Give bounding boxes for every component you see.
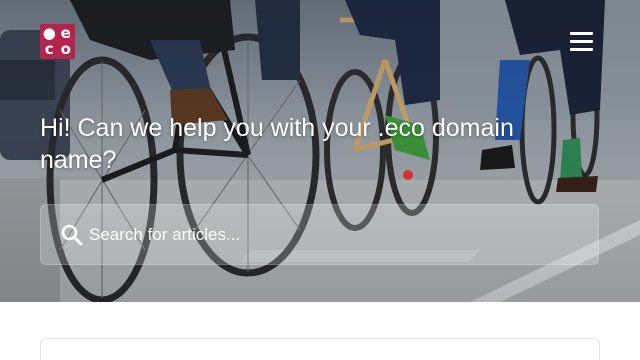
search-box[interactable] xyxy=(40,204,599,265)
logo-letter: o xyxy=(60,40,71,59)
search-input[interactable] xyxy=(89,219,579,251)
hamburger-menu-icon[interactable] xyxy=(570,32,593,52)
eco-logo[interactable]: ● e c o xyxy=(40,24,75,59)
logo-letter: e xyxy=(60,23,71,42)
content-card xyxy=(40,338,600,360)
page-title: Hi! Can we help you with your .eco domai… xyxy=(40,114,514,174)
logo-letter: c xyxy=(44,40,54,59)
search-icon[interactable] xyxy=(61,224,83,246)
logo-letter: ● xyxy=(42,23,56,42)
